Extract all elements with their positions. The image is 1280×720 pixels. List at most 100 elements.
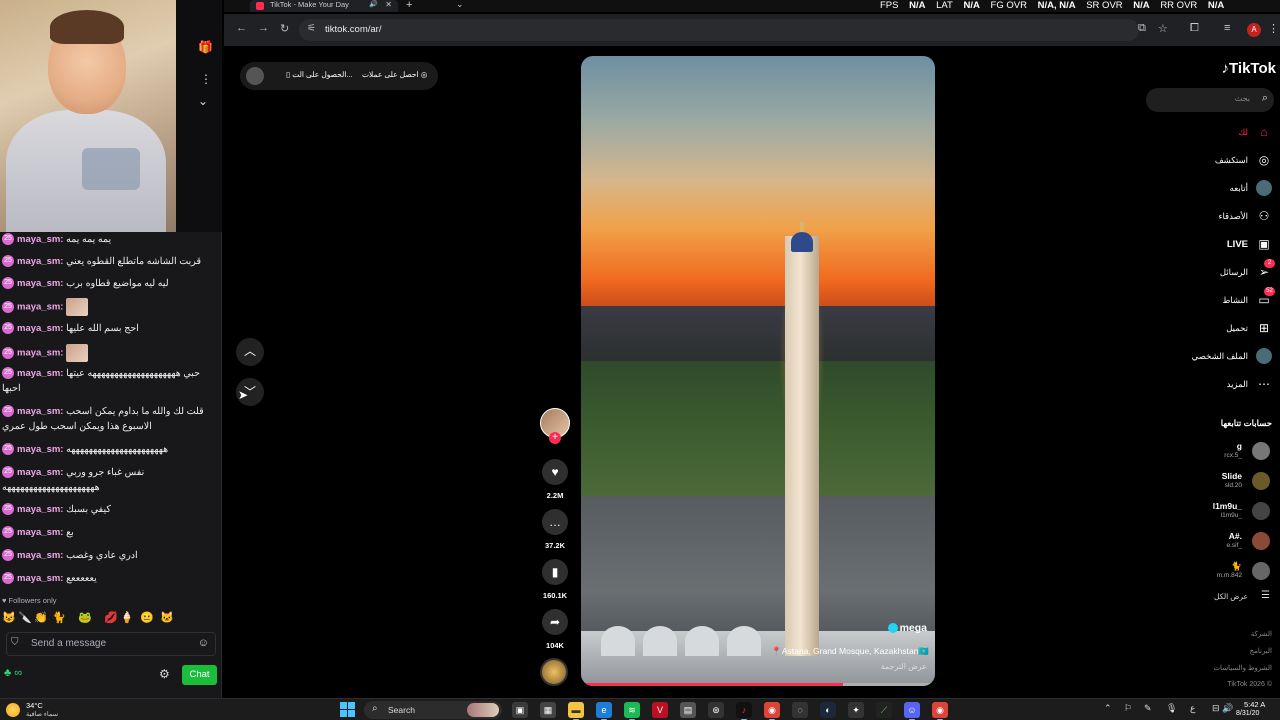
following-account[interactable]: g rcx.5_ bbox=[1164, 440, 1274, 464]
nav-item[interactable]: استكشف ◎ bbox=[1164, 150, 1274, 172]
chat-username[interactable]: maya_sm: bbox=[17, 302, 63, 313]
search-icon[interactable]: ⌕ bbox=[1262, 92, 1268, 105]
tab-audio-icon[interactable]: 🔊 bbox=[369, 0, 378, 10]
forward-icon[interactable]: → bbox=[258, 22, 269, 34]
chat-username[interactable]: maya_sm: bbox=[17, 444, 63, 455]
weather-widget[interactable]: 34°C سماء صافية bbox=[4, 700, 84, 720]
chrome-profile-icon[interactable]: ◉ bbox=[932, 702, 948, 720]
chat-username[interactable]: maya_sm: bbox=[17, 550, 63, 561]
task-view-icon[interactable]: ▣ bbox=[512, 702, 528, 718]
tray-app-icon[interactable]: ✎ bbox=[1144, 703, 1152, 714]
emote-icon[interactable]: 🍦 bbox=[120, 611, 134, 624]
tiktok-search-input[interactable]: بحث ⌕ bbox=[1146, 88, 1274, 112]
footer-link[interactable]: الشروط والسياسات bbox=[1213, 664, 1272, 672]
mini-avatar[interactable] bbox=[246, 67, 264, 85]
url-text[interactable]: tiktok.com/ar/ bbox=[325, 24, 382, 35]
tiktok-app-icon[interactable]: ♪ bbox=[736, 702, 752, 720]
reload-icon[interactable]: ↻ bbox=[280, 22, 289, 35]
chat-input[interactable]: ⛉ Send a message ☺ bbox=[6, 632, 216, 656]
extensions-icon[interactable]: ⧠ bbox=[1190, 22, 1199, 35]
footer-link[interactable]: البرنامج bbox=[1250, 647, 1272, 655]
network-volume-icon[interactable]: ⊟ 🔊 bbox=[1212, 703, 1233, 714]
footer-link[interactable]: TikTok 2026 © bbox=[1227, 681, 1272, 688]
emote-icon[interactable]: 🐱 bbox=[160, 611, 174, 624]
address-bar[interactable]: ⚟ tiktok.com/ar/ bbox=[299, 19, 1139, 41]
install-app-icon[interactable]: ⧉ bbox=[1138, 22, 1146, 35]
voicemod-icon[interactable]: V bbox=[652, 702, 668, 718]
back-icon[interactable]: ← bbox=[236, 22, 247, 34]
video-progress-bar[interactable] bbox=[581, 683, 935, 686]
emoji-picker-icon[interactable]: ☺ bbox=[198, 637, 209, 649]
widgets-icon[interactable]: ▦ bbox=[540, 702, 556, 718]
following-account[interactable]: Slide sld.20 bbox=[1164, 470, 1274, 494]
emote-icon[interactable]: 👏 bbox=[34, 611, 48, 624]
chat-username[interactable]: maya_sm: bbox=[17, 234, 63, 245]
tab-close-icon[interactable]: ✕ bbox=[385, 0, 392, 10]
site-info-icon[interactable]: ⚟ bbox=[307, 23, 316, 34]
discord-icon[interactable]: ☺ bbox=[904, 702, 920, 720]
chat-username[interactable]: maya_sm: bbox=[17, 573, 63, 584]
taskbar-search[interactable]: ⌕ Search bbox=[364, 701, 502, 719]
nav-item[interactable]: LIVE ▣ bbox=[1164, 234, 1274, 256]
video-player[interactable]: mega 📍Astana, Grand Mosque, Kazakhstan🇰🇿… bbox=[581, 56, 935, 686]
video-author[interactable]: mega bbox=[887, 622, 927, 634]
comment-icon[interactable]: … bbox=[542, 509, 568, 535]
browser-tab-tiktok[interactable]: TikTok - Make Your Day 🔊 ✕ bbox=[250, 0, 398, 12]
chat-username[interactable]: maya_sm: bbox=[17, 256, 63, 267]
emote-icon[interactable]: 🐸 bbox=[78, 611, 92, 624]
xbox-icon[interactable]: ⊛ bbox=[708, 702, 724, 718]
nav-item[interactable]: الملف الشخصي bbox=[1164, 346, 1274, 368]
language-indicator[interactable]: ع bbox=[1190, 703, 1195, 714]
nav-item[interactable]: تحميل ⊞ bbox=[1164, 318, 1274, 340]
chat-username[interactable]: maya_sm: bbox=[17, 504, 63, 515]
chat-username[interactable]: maya_sm: bbox=[17, 348, 63, 359]
edge-icon[interactable]: e bbox=[596, 702, 612, 720]
chat-settings-icon[interactable]: ⚙ bbox=[159, 667, 170, 681]
reading-list-icon[interactable]: ≡ bbox=[1224, 22, 1230, 34]
music-disc-icon[interactable] bbox=[540, 658, 568, 686]
nav-item[interactable]: الأصدقاء ⚇ bbox=[1164, 206, 1274, 228]
profile-avatar[interactable]: A bbox=[1247, 23, 1261, 37]
bookmark-star-icon[interactable]: ☆ bbox=[1158, 22, 1168, 35]
following-account[interactable]: l1m9u_ l1m9u_ bbox=[1164, 500, 1274, 524]
nav-item[interactable]: الرسائل ➢ 2 bbox=[1164, 259, 1275, 284]
nav-item[interactable]: النشاط ▭ 52 bbox=[1164, 287, 1275, 312]
windows-start-icon[interactable] bbox=[340, 702, 355, 717]
more-vertical-icon[interactable]: ⋮ bbox=[200, 72, 212, 86]
tiktok-logo[interactable]: ♪TikTok bbox=[1222, 60, 1276, 77]
browser-menu-icon[interactable]: ⋮ bbox=[1268, 22, 1279, 35]
file-explorer-icon[interactable]: ▬ bbox=[568, 702, 584, 720]
chat-username[interactable]: maya_sm: bbox=[17, 406, 63, 417]
emote-icon[interactable]: 💋 bbox=[104, 611, 118, 624]
gift-icon[interactable]: 🎁 bbox=[198, 40, 213, 54]
nav-item[interactable]: المزيد ⋯ bbox=[1164, 374, 1274, 396]
app-icon[interactable]: ✦ bbox=[848, 702, 864, 718]
clock-date[interactable]: 8/31/20 bbox=[1236, 710, 1259, 717]
obs-icon[interactable]: ◌ bbox=[792, 702, 808, 718]
follow-plus-icon[interactable]: + bbox=[549, 432, 561, 444]
new-tab-icon[interactable]: + bbox=[406, 0, 412, 11]
get-coins-button[interactable]: احصل على عملات ◎ bbox=[362, 70, 427, 79]
bookmark-icon[interactable]: ▮ bbox=[542, 559, 568, 585]
chat-username[interactable]: maya_sm: bbox=[17, 467, 63, 478]
tab-search-icon[interactable]: ⌄ bbox=[456, 0, 464, 10]
clock-time[interactable]: 5:42 A bbox=[1244, 700, 1265, 709]
following-account[interactable]: A#. e.sif_ bbox=[1164, 530, 1274, 554]
emote-icon[interactable]: 😐 bbox=[140, 611, 154, 624]
see-translation-link[interactable]: عرض الترجمة bbox=[881, 662, 927, 671]
chat-username[interactable]: maya_sm: bbox=[17, 527, 63, 538]
previous-video-button[interactable]: ︿ bbox=[236, 338, 264, 366]
nvidia-icon[interactable]: ⟋ bbox=[876, 702, 892, 718]
chat-username[interactable]: maya_sm: bbox=[17, 278, 63, 289]
channel-points[interactable]: ♣ ∞ bbox=[4, 667, 22, 679]
nav-item[interactable]: أتابعه bbox=[1164, 178, 1274, 200]
footer-link[interactable]: الشركة bbox=[1251, 630, 1272, 638]
chat-send-button[interactable]: Chat bbox=[182, 665, 217, 685]
chat-username[interactable]: maya_sm: bbox=[17, 368, 63, 379]
microphone-icon[interactable]: 🎙 bbox=[1166, 703, 1177, 714]
nav-item[interactable]: لك ⌂ bbox=[1164, 122, 1274, 144]
chevron-down-icon[interactable]: ⌄ bbox=[198, 94, 208, 108]
chrome-icon[interactable]: ◉ bbox=[764, 702, 780, 720]
steam-icon[interactable]: ◐ bbox=[820, 702, 836, 718]
tray-overflow-icon[interactable]: ⌃ bbox=[1104, 703, 1112, 714]
